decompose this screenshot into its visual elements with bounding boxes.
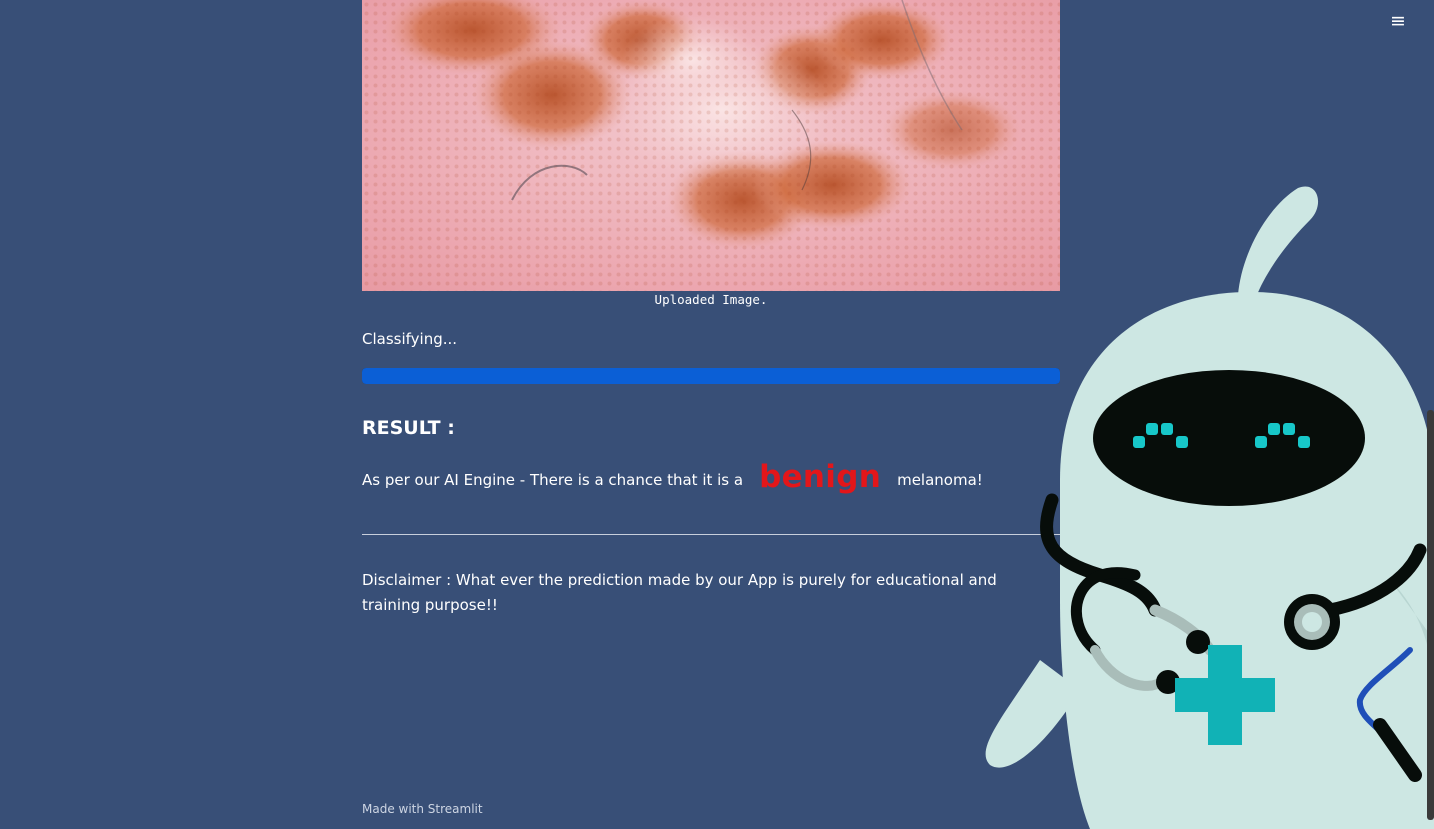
classifying-status: Classifying... [362,330,458,348]
app-page: ≡ Uploaded Image. Classifying... RESULT … [0,0,1434,829]
scrollbar[interactable] [1427,410,1434,820]
result-heading: RESULT : [362,417,455,439]
prediction-label: benign [759,459,882,495]
footer: Made with Streamlit [362,802,483,816]
hamburger-menu-icon[interactable]: ≡ [1384,8,1412,34]
divider [362,534,1062,535]
result-prefix-text: As per our AI Engine - There is a chance… [362,471,744,489]
uploaded-skin-lesion-image [362,0,1060,291]
progress-bar-fill [362,368,1060,384]
progress-bar [362,368,1060,384]
image-caption: Uploaded Image. [654,292,768,307]
disclaimer-text: Disclaimer : What ever the prediction ma… [362,571,997,614]
result-suffix-text: melanoma! [897,471,983,489]
doctor-robot-mascot [985,186,1434,829]
result-sentence: As per our AI Engine - There is a chance… [362,458,983,502]
made-with-streamlit-link[interactable]: Made with Streamlit [362,802,483,816]
